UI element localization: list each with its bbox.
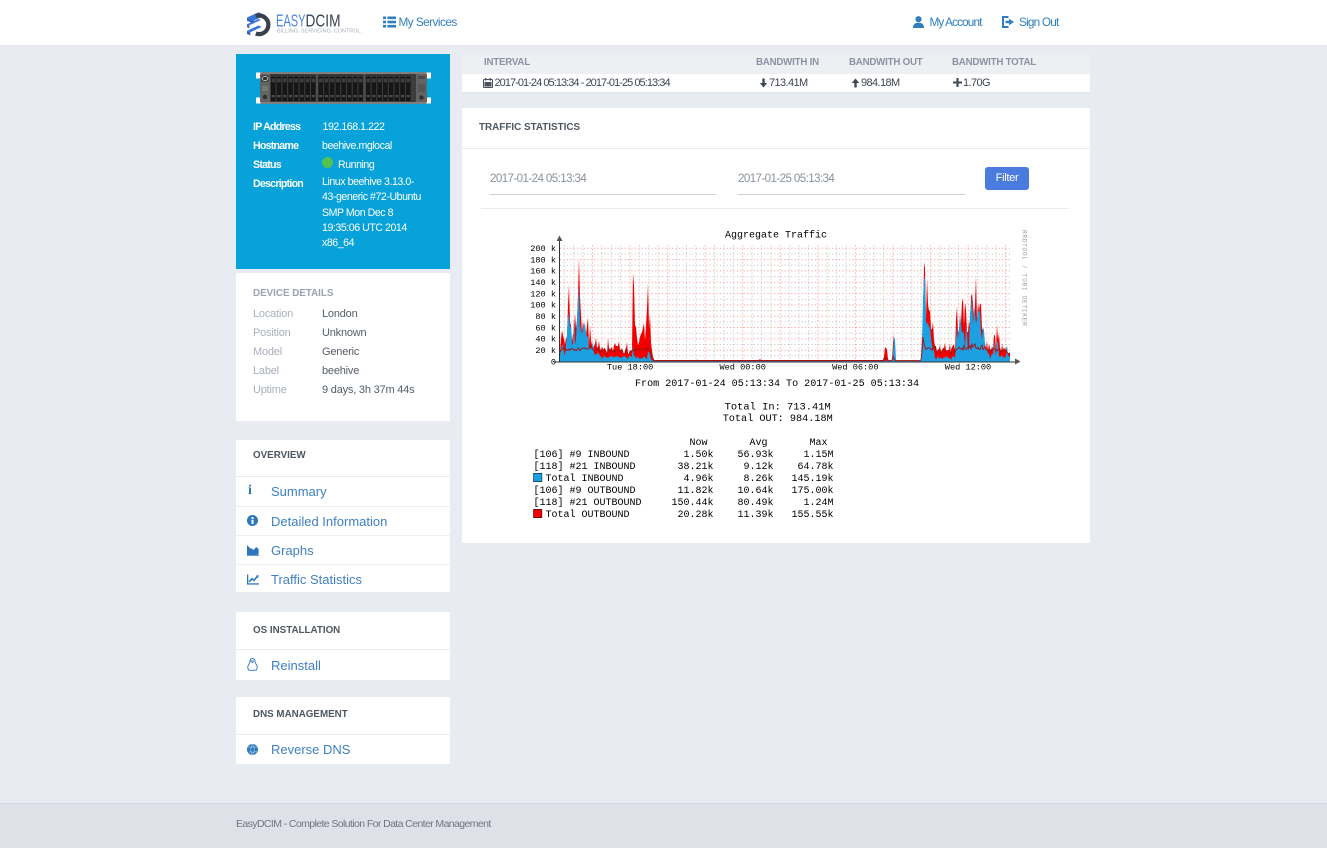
svg-text:Wed 06:00: Wed 06:00 bbox=[832, 363, 878, 373]
svg-text:60 k: 60 k bbox=[535, 323, 556, 333]
svg-text:RRDTOOL / TOBI OETIKER: RRDTOOL / TOBI OETIKER bbox=[1021, 230, 1028, 326]
svg-text:[118] #21 INBOUND 38.21k: [118] #21 INBOUND 38.21k 9.12k 64.78k bbox=[534, 461, 834, 473]
svg-text:200 k: 200 k bbox=[530, 244, 556, 254]
svg-text:From 2017-01-24 05:13:34 To 20: From 2017-01-24 05:13:34 To 2017-01-25 0… bbox=[635, 378, 919, 390]
svg-text:Wed 12:00: Wed 12:00 bbox=[945, 363, 991, 373]
svg-text:100 k: 100 k bbox=[530, 301, 556, 311]
svg-text:80 k: 80 k bbox=[535, 312, 556, 322]
svg-text:BILLING. SERVICING. CONTROL.: BILLING. SERVICING. CONTROL. bbox=[277, 29, 362, 35]
svg-text:20 k: 20 k bbox=[535, 346, 556, 356]
svg-text:Total In: 713.41M: Total In: 713.41M bbox=[725, 401, 831, 413]
svg-text:[106] #9 OUTBOUND 11.82k: [106] #9 OUTBOUND 11.82k 10.64k 175.00k bbox=[534, 485, 834, 497]
svg-text:[118] #21 OUTBOUND 150.44k: [118] #21 OUTBOUND 150.44k 80.49k 1.24M bbox=[534, 497, 834, 509]
svg-text:Wed 00:00: Wed 00:00 bbox=[719, 363, 765, 373]
svg-text:0: 0 bbox=[551, 357, 556, 367]
svg-text:Total INBOUND 4.96k: Total INBOUND 4.96k 8.26k 145.19k bbox=[534, 473, 834, 485]
svg-text:120 k: 120 k bbox=[530, 289, 556, 299]
svg-text:40 k: 40 k bbox=[535, 335, 556, 345]
svg-text:180 k: 180 k bbox=[530, 255, 556, 265]
svg-text:140 k: 140 k bbox=[530, 278, 556, 288]
svg-text:[106] #9 INBOUND 1.50k: [106] #9 INBOUND 1.50k 56.93k 1.15M bbox=[534, 449, 834, 461]
svg-text:Aggregate Traffic: Aggregate Traffic bbox=[725, 230, 827, 242]
svg-text:Total OUTBOUND 20.28k: Total OUTBOUND 20.28k 11.39k 155.55k bbox=[534, 509, 834, 521]
svg-text:Total OUT: 984.18M: Total OUT: 984.18M bbox=[723, 413, 833, 425]
svg-text:Tue 18:00: Tue 18:00 bbox=[607, 363, 653, 373]
svg-text:Now Avg Max: Now Avg Max bbox=[534, 438, 828, 449]
svg-text:160 k: 160 k bbox=[530, 267, 556, 277]
